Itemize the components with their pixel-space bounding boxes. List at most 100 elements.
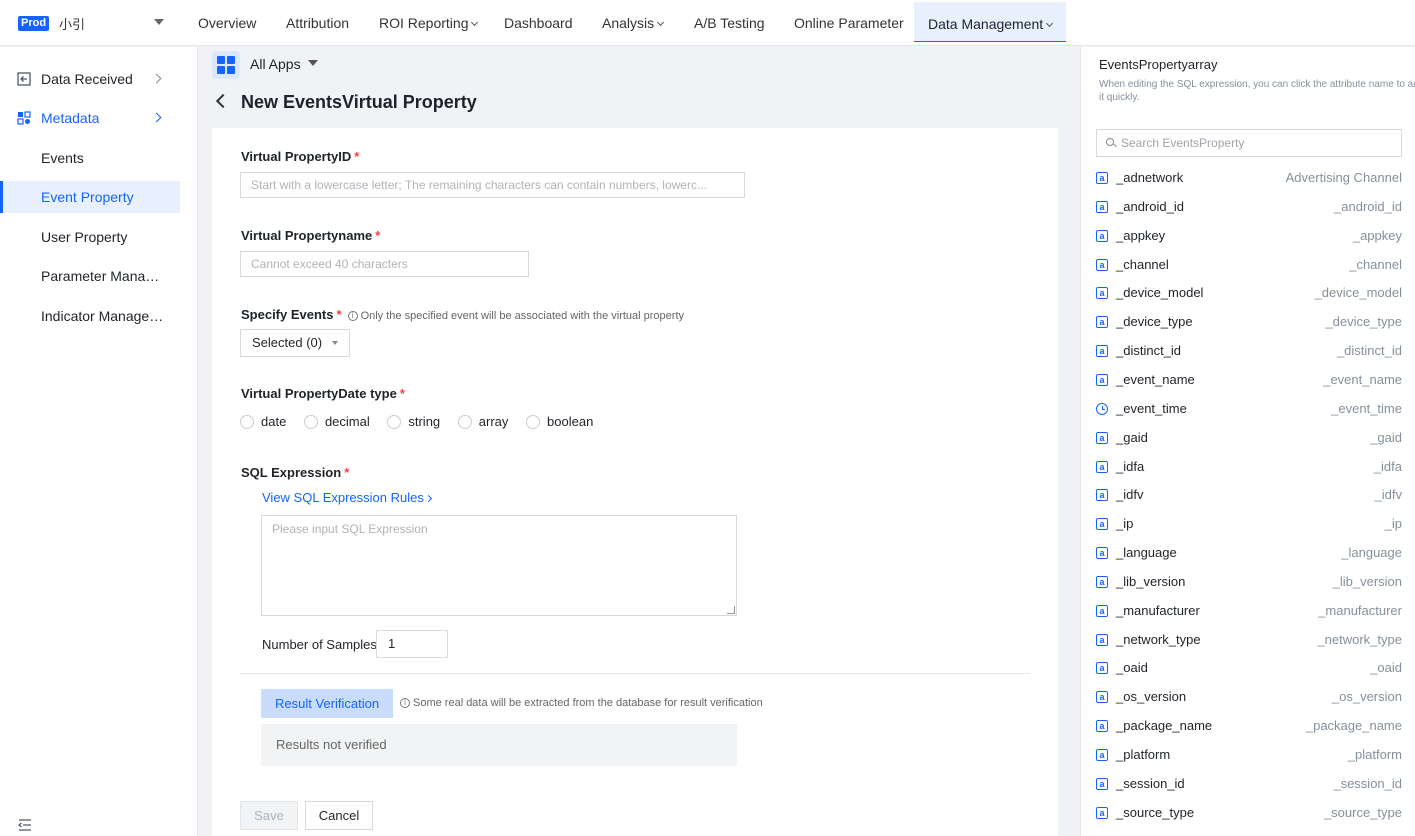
sidebar-item-events[interactable]: Events [0,142,180,174]
app-selector[interactable]: All Apps [250,56,301,72]
property-row[interactable]: a _network_type _network_type [1081,626,1415,654]
property-row[interactable]: a _gaid _gaid [1081,424,1415,452]
text-type-icon: a [1096,691,1108,704]
nav-analysis[interactable]: Analysis [602,0,665,46]
nav-online-parameter[interactable]: Online Parameter [794,0,904,46]
nav-ab-testing[interactable]: A/B Testing [694,0,765,46]
property-name[interactable]: _distinct_id [1116,337,1181,365]
property-name-input[interactable]: Cannot exceed 40 characters [240,251,529,277]
property-alias: _gaid [1370,429,1402,445]
property-name[interactable]: _manufacturer [1116,597,1200,625]
property-row[interactable]: a _idfv _idfv [1081,481,1415,509]
save-button[interactable]: Save [240,801,298,830]
property-name[interactable]: _idfa [1116,453,1144,481]
property-row[interactable]: a _language _language [1081,539,1415,567]
radio-array[interactable]: array [457,414,509,430]
radio-circle[interactable] [526,414,541,429]
property-row[interactable]: a _event_name _event_name [1081,366,1415,394]
text-type-icon: a [1096,633,1108,646]
app-selector-caret-icon[interactable] [308,60,318,66]
sidebar-item-data-received[interactable]: Data Received [0,63,180,95]
property-name[interactable]: _appkey [1116,222,1165,250]
property-name[interactable]: _gaid [1116,424,1148,452]
property-alias: _device_type [1325,314,1402,330]
property-row[interactable]: a _lib_version _lib_version [1081,568,1415,596]
property-row[interactable]: a _package_name _package_name [1081,712,1415,740]
property-name[interactable]: _channel [1116,251,1169,279]
nav-data-management[interactable]: Data Management [914,2,1067,42]
property-row[interactable]: a _appkey _appkey [1081,222,1415,250]
property-name[interactable]: _android_id [1116,193,1184,221]
radio-decimal[interactable]: decimal [303,414,370,430]
property-name[interactable]: _adnetwork [1116,164,1183,192]
property-row[interactable]: a _idfa _idfa [1081,453,1415,481]
radio-boolean[interactable]: boolean [526,414,593,430]
property-row[interactable]: _event_time _event_time [1081,395,1415,423]
property-row[interactable]: a _distinct_id _distinct_id [1081,337,1415,365]
sidebar-item-metadata[interactable]: Metadata [0,102,180,134]
property-row[interactable]: a _channel _channel [1081,251,1415,279]
property-row[interactable]: a _ip _ip [1081,510,1415,538]
sidebar-item-parameter-management[interactable]: Parameter Manage... [0,260,180,292]
property-name[interactable]: _idfv [1116,481,1143,509]
property-name[interactable]: _event_time [1116,395,1187,423]
radio-string[interactable]: string [387,414,440,430]
property-row[interactable]: a _manufacturer _manufacturer [1081,597,1415,625]
radio-circle[interactable] [240,414,254,429]
sidebar-item-user-property[interactable]: User Property [0,221,180,253]
sql-rules-link[interactable]: View SQL Expression Rules [262,490,432,505]
property-name[interactable]: _source_type [1116,799,1194,827]
cancel-button[interactable]: Cancel [305,801,373,830]
property-name[interactable]: _device_type [1116,308,1193,336]
property-row[interactable]: a _device_model _device_model [1081,279,1415,307]
radio-label: array [478,414,509,429]
property-name[interactable]: _session_id [1116,770,1185,798]
property-search-input[interactable]: Search EventsProperty [1096,129,1402,157]
text-type-icon: a [1096,489,1108,502]
property-row[interactable]: a _source_type _source_type [1081,799,1415,827]
nav-roi-reporting[interactable]: ROI Reporting [379,0,479,46]
radio-circle[interactable] [457,414,472,429]
resize-handle-icon[interactable] [727,606,735,614]
app-name[interactable]: 小引 [59,14,85,33]
radio-date[interactable]: date [240,414,286,430]
property-row[interactable]: a _android_id _android_id [1081,193,1415,221]
all-apps-icon[interactable] [212,51,240,79]
samples-input[interactable]: 1 [376,630,448,658]
property-row[interactable]: a _os_version _os_version [1081,683,1415,711]
property-row[interactable]: a _adnetwork Advertising Channel [1081,164,1415,192]
property-name[interactable]: _network_type [1116,626,1201,654]
radio-circle[interactable] [387,414,402,429]
search-icon [1106,138,1114,146]
property-name[interactable]: _device_model [1116,279,1203,307]
property-name[interactable]: _lib_version [1116,568,1185,596]
back-arrow-icon[interactable] [215,93,231,109]
property-row[interactable]: a _device_type _device_type [1081,308,1415,336]
property-row[interactable]: a _oaid _oaid [1081,654,1415,682]
radio-circle[interactable] [303,414,318,429]
result-verification-button[interactable]: Result Verification [261,689,394,718]
sidebar-item-event-property[interactable]: Event Property [0,181,180,213]
property-name[interactable]: _language [1116,539,1177,567]
nav-overview[interactable]: Overview [198,0,256,46]
nav-attribution[interactable]: Attribution [286,0,349,46]
property-row[interactable]: a _platform _platform [1081,741,1415,769]
app-switcher-caret-icon[interactable] [154,19,164,25]
required-mark: * [336,307,342,322]
label-text: Virtual PropertyID [241,149,352,164]
sql-expression-textarea[interactable]: Please input SQL Expression [261,515,737,616]
property-name[interactable]: _platform [1116,741,1170,769]
sidebar-item-label: Metadata [41,110,100,126]
specify-events-select[interactable]: Selected (0) [240,329,351,357]
property-name[interactable]: _event_name [1116,366,1195,394]
collapse-sidebar-icon[interactable] [18,819,32,831]
nav-dashboard[interactable]: Dashboard [504,0,573,46]
property-row[interactable]: a _session_id _session_id [1081,770,1415,798]
property-name[interactable]: _os_version [1116,683,1186,711]
property-name[interactable]: _ip [1116,510,1133,538]
sidebar-item-indicator-management[interactable]: Indicator Managem... [0,300,180,332]
text-type-icon: a [1096,547,1108,560]
property-id-input[interactable]: Start with a lowercase letter; The remai… [240,172,745,198]
property-name[interactable]: _package_name [1116,712,1212,740]
property-name[interactable]: _oaid [1116,654,1148,682]
